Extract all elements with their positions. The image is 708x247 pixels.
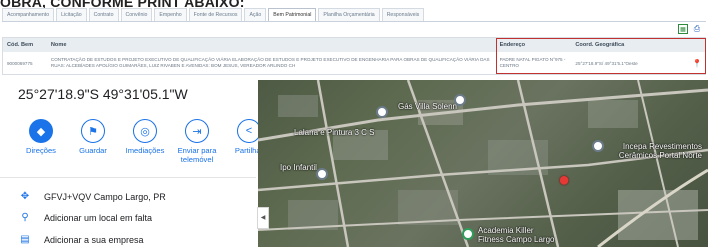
add-business-row[interactable]: ▤ Adicionar a sua empresa [18, 234, 144, 245]
nearby-label: Imediações [125, 146, 165, 155]
header-nome: Nome [50, 42, 67, 48]
map-label-gas[interactable]: Gás Villa Solenn [398, 102, 457, 111]
coordinates-title: 25°27'18.9"S 49°31'05.1"W [18, 86, 188, 102]
poi-marker-icon[interactable] [376, 106, 388, 118]
tab-empenho[interactable]: Empenho [154, 8, 187, 22]
poi-marker-icon[interactable] [454, 94, 466, 106]
add-place-icon: ⚲ [21, 212, 29, 223]
send-to-phone-icon: ⇥ [185, 119, 209, 143]
map-label-pintura[interactable]: Lalana e Pintura 3 C S [294, 128, 375, 137]
action-buttons: ◆ Direções ⚑ Guardar ◎ Imediações ⇥ Envi… [18, 119, 272, 164]
map-label-infantil[interactable]: Ipo Infantil [280, 163, 317, 172]
nearby-button[interactable]: ◎ Imediações [122, 119, 168, 164]
cell-cod-bem: 9000069775 [7, 60, 33, 66]
directions-button[interactable]: ◆ Direções [18, 119, 64, 164]
add-place-text: Adicionar um local em falta [44, 212, 153, 223]
add-business-text: Adicionar a sua empresa [44, 234, 144, 245]
tab-acao[interactable]: Ação [244, 8, 267, 22]
directions-icon: ◆ [29, 119, 53, 143]
highlight-box [496, 38, 706, 74]
tab-planilha-orcamentaria[interactable]: Planilha Orçamentária [318, 8, 380, 22]
directions-label: Direções [26, 146, 56, 155]
tab-licitacao[interactable]: Licitação [56, 8, 87, 22]
tab-responsaveis[interactable]: Responsáveis [381, 8, 425, 22]
tab-convenio[interactable]: Convênio [120, 8, 153, 22]
satellite-map[interactable]: Lalana e Pintura 3 C S Gás Villa Solenn … [258, 80, 708, 247]
tab-underline [2, 21, 706, 22]
poi-marker-icon[interactable] [316, 168, 328, 180]
plus-code-text: GFVJ+VQV Campo Largo, PR [44, 191, 166, 202]
poi-marker-icon[interactable] [462, 228, 474, 240]
nearby-icon: ◎ [133, 119, 157, 143]
location-pin-icon[interactable]: ● [558, 170, 570, 190]
map-label-academia[interactable]: Academia Killer Fitness Campo Largo [478, 226, 558, 244]
plus-code-row[interactable]: ✥ GFVJ+VQV Campo Largo, PR [18, 191, 166, 202]
print-icon[interactable]: ⎙ [692, 24, 702, 34]
send-to-phone-label: Enviar para telemóvel [177, 146, 217, 164]
send-to-phone-button[interactable]: ⇥ Enviar para telemóvel [174, 119, 220, 164]
cell-nome: CONTRATAÇÃO DE ESTUDOS E PROJETO EXECUTI… [50, 57, 490, 68]
header-cod-bem: Cód. Bem [7, 42, 34, 48]
poi-marker-icon[interactable] [592, 140, 604, 152]
map-label-incepa[interactable]: Incepa Revestimentos Cerâmicos Portal No… [610, 142, 702, 160]
tab-fonte-de-recursos[interactable]: Fonte de Recursos [188, 8, 243, 22]
add-place-row[interactable]: ⚲ Adicionar um local em falta [18, 212, 152, 223]
excel-export-icon[interactable]: ▦ [678, 24, 688, 34]
panel-divider [0, 177, 256, 178]
tab-acompanhamento[interactable]: Acompanhamento [2, 8, 55, 22]
business-icon: ▤ [20, 234, 30, 245]
save-label: Guardar [79, 146, 107, 155]
tab-contrato[interactable]: Contrato [88, 8, 119, 22]
collapse-panel-button[interactable]: ◀ [257, 207, 269, 229]
save-button[interactable]: ⚑ Guardar [70, 119, 116, 164]
tab-bem-patrimonial[interactable]: Bem Patrimonial [268, 8, 317, 22]
map-roads [258, 80, 708, 247]
plus-code-icon: ✥ [20, 191, 30, 202]
tab-bar: Acompanhamento Licitação Contrato Convên… [2, 8, 425, 22]
bookmark-icon: ⚑ [81, 119, 105, 143]
